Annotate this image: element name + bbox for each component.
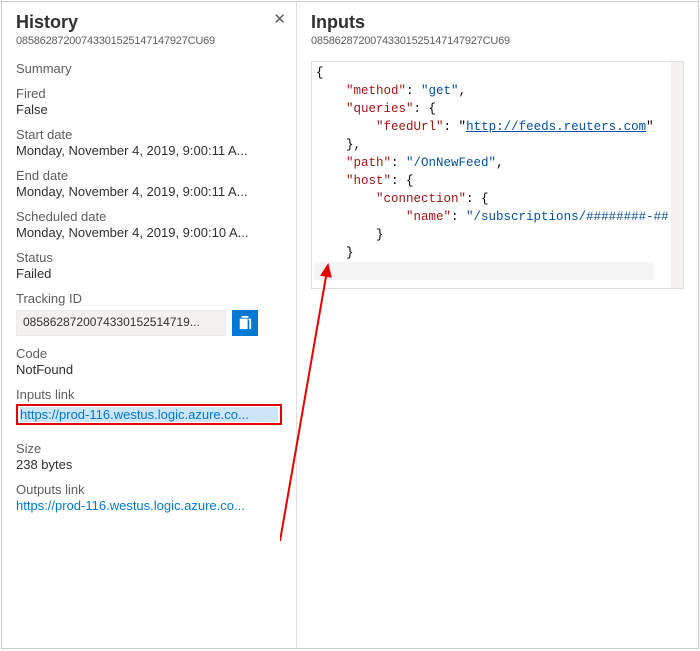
editor-cursor-line (314, 262, 654, 280)
end-date-label: End date (16, 168, 282, 183)
outputs-link-label: Outputs link (16, 482, 282, 497)
history-pane: ✕ History 08586287200743301525147147927C… (2, 2, 297, 648)
inputs-id: 08586287200743301525147147927CU69 (311, 35, 684, 47)
copy-icon (238, 316, 252, 330)
history-title: History (16, 12, 282, 33)
inputs-pane: Inputs 08586287200743301525147147927CU69… (297, 2, 698, 648)
code-label: Code (16, 346, 282, 361)
size-value: 238 bytes (16, 457, 282, 472)
fired-label: Fired (16, 86, 282, 101)
json-editor[interactable]: { "method": "get", "queries": { "feedUrl… (311, 61, 684, 289)
scheduled-date-label: Scheduled date (16, 209, 282, 224)
inputs-link[interactable]: https://prod-116.westus.logic.azure.co..… (20, 407, 278, 422)
fired-value: False (16, 102, 282, 117)
history-id: 08586287200743301525147147927CU69 (16, 35, 282, 47)
tracking-id-label: Tracking ID (16, 291, 282, 306)
size-label: Size (16, 441, 282, 456)
status-value: Failed (16, 266, 282, 281)
start-date-value: Monday, November 4, 2019, 9:00:11 A... (16, 143, 282, 158)
inputs-link-highlight: https://prod-116.westus.logic.azure.co..… (16, 404, 282, 425)
copy-button[interactable] (232, 310, 258, 336)
end-date-value: Monday, November 4, 2019, 9:00:11 A... (16, 184, 282, 199)
inputs-title: Inputs (311, 12, 684, 33)
json-content: { "method": "get", "queries": { "feedUrl… (312, 62, 683, 282)
editor-scrollbar[interactable] (671, 62, 683, 288)
start-date-label: Start date (16, 127, 282, 142)
tracking-id-value[interactable]: 0858628720074330152514719... (16, 310, 226, 336)
close-icon[interactable]: ✕ (273, 10, 286, 28)
scheduled-date-value: Monday, November 4, 2019, 9:00:10 A... (16, 225, 282, 240)
outputs-link[interactable]: https://prod-116.westus.logic.azure.co..… (16, 498, 276, 513)
summary-heading: Summary (16, 61, 282, 76)
status-label: Status (16, 250, 282, 265)
inputs-link-label: Inputs link (16, 387, 282, 402)
code-value: NotFound (16, 362, 282, 377)
